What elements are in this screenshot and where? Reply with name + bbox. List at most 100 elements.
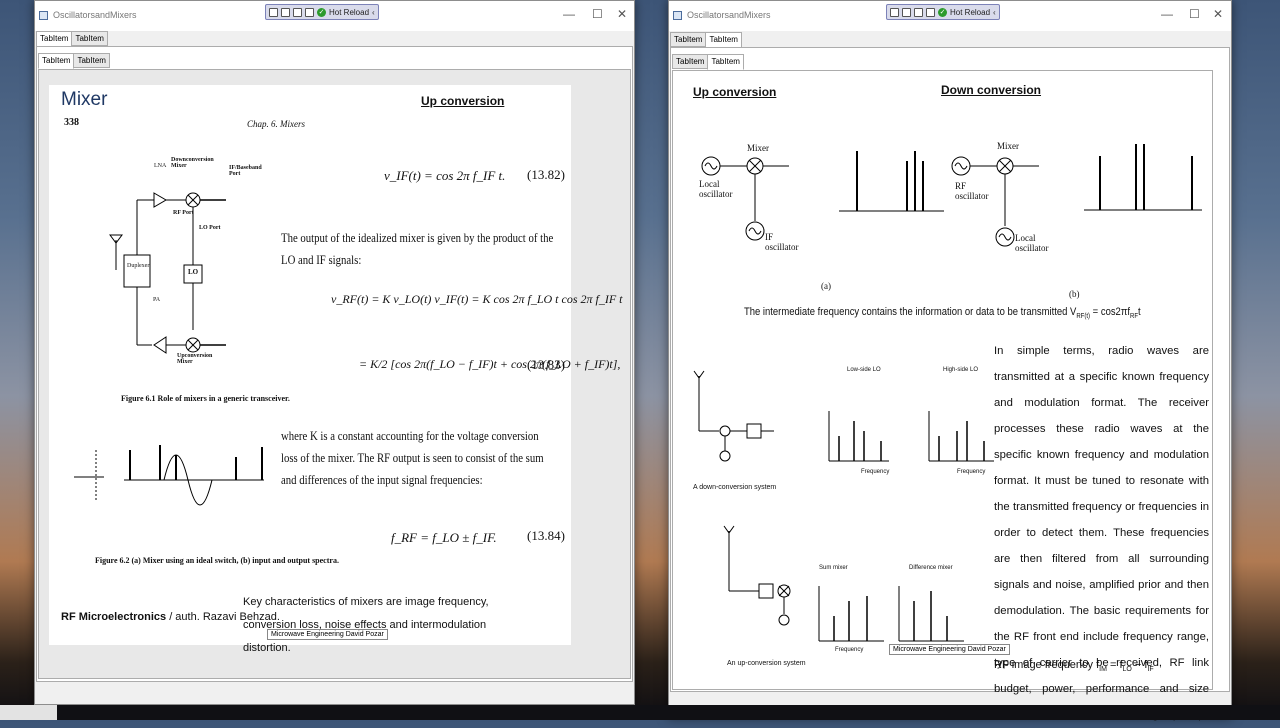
pa-label: PA [153,297,161,303]
source-label: Microwave Engineering David Pozar [889,644,1010,655]
lna-label: LNA [154,163,167,169]
left-window: OscillatorsandMixers — ☐ ✕ ✓ Hot Reload … [34,0,635,705]
lo-subscript: LO [1122,666,1132,674]
if-sentence-text: The intermediate frequency contains the … [744,306,1077,318]
fig-b-label: (b) [1069,289,1080,299]
equation-number: (13.82) [527,167,565,182]
slide-mixer: Mixer Up conversion 338 Chap. 6. Mixers [49,85,623,654]
local-osc-label: Local oscillator [1015,233,1049,253]
down-system-caption: A down-conversion system [693,484,777,491]
conversion-loss-text: where K is a constant accounting for the… [281,429,544,487]
frequency-label: Frequency [861,469,890,475]
page-number: 338 [64,117,79,128]
outer-tab-strip: TabItem TabItem [36,31,108,47]
local-osc-label: Local oscillator [699,179,733,199]
debug-toolbar: ✓ Hot Reload ‹ [886,4,1000,20]
tab-inner-1[interactable]: TabItem [672,54,709,69]
minimize-button[interactable]: — [1161,8,1173,20]
tab-inner-2[interactable]: TabItem [707,54,744,70]
figure-6-1-caption: Figure 6.1 Role of mixers in a generic t… [121,394,290,403]
app-icon [39,11,48,20]
outer-tab-panel: TabItem TabItem Up conversion Down conve… [670,47,1230,721]
fig-a-label: (a) [821,281,831,291]
rf-port-label: RF Port [173,210,194,216]
source-label: Microwave Engineering David Pozar [267,629,388,640]
pointer-icon[interactable] [281,7,290,17]
inner-tab-panel: Up conversion Down conversion Local osci… [672,70,1213,721]
pointer-icon[interactable] [902,7,911,17]
tab-inner-2[interactable]: TabItem [73,53,110,68]
mixer-label: Mixer [747,143,769,153]
inner-tab-strip: TabItem TabItem [38,53,110,69]
up-system-caption: An up-conversion system [727,660,806,667]
frequency-label: Frequency [957,469,986,475]
image-frequency-subscript: IM [1099,666,1107,674]
if-subscript: IF [1147,666,1154,674]
sum-mixer-label: Sum mixer [819,565,848,571]
inner-tab-strip: TabItem TabItem [672,54,744,70]
if-sentence-eq-end: t [1138,306,1141,318]
equation-13-82: v_IF(t) = cos 2π f_IF t. [384,168,506,183]
frequency-label: Frequency [835,647,864,653]
close-button[interactable]: ✕ [617,8,627,20]
equation-13-83: = K/2 [cos 2π(f_LO − f_IF)t + cos 2π(f_L… [359,357,621,371]
switch-spectrum-diagram [74,445,264,506]
tab-outer-1[interactable]: TabItem [670,32,707,47]
down-mixer-label: Downconversion Mixer [171,157,214,169]
layout-adorner-icon[interactable] [914,7,923,17]
figure-6-2-caption: Figure 6.2 (a) Mixer using an ideal swit… [95,556,339,565]
tab-outer-2[interactable]: TabItem [705,32,742,48]
select-element-icon[interactable] [890,7,899,17]
book-title: RF Microelectronics [61,611,167,623]
layout-adorner-icon[interactable] [293,7,302,17]
difference-mixer-label: Difference mixer [909,565,953,571]
slide-heading: Up conversion [421,94,505,108]
select-element-icon[interactable] [269,7,278,17]
collapse-toolbar-button[interactable]: ‹ [993,8,996,17]
if-port-label: IF/Baseband Port [229,165,262,177]
if-sentence: The intermediate frequency contains the … [744,306,1141,320]
inner-tab-panel: Mixer Up conversion 338 Chap. 6. Mixers [38,69,631,679]
hot-reload-label[interactable]: Hot Reload [950,8,990,17]
slide-conversion: Up conversion Down conversion Local osci… [679,71,1209,721]
collapse-toolbar-button[interactable]: ‹ [372,8,375,17]
taskbar [0,705,1280,720]
hot-reload-check-icon: ✓ [938,7,947,17]
tab-outer-1[interactable]: TabItem [36,31,73,47]
debug-toolbar: ✓ Hot Reload ‹ [265,4,379,20]
tab-outer-2[interactable]: TabItem [71,31,108,46]
maximize-button[interactable]: ☐ [1189,8,1200,20]
track-focus-icon[interactable] [926,7,935,17]
window-title: OscillatorsandMixers [687,10,771,20]
maximize-button[interactable]: ☐ [592,8,603,20]
chapter-header: Chap. 6. Mixers [247,119,305,129]
up-spectrum [839,151,944,212]
if-sentence-subscript: RF(t) [1076,313,1091,321]
equation-product: v_RF(t) = K v_LO(t) v_IF(t) = K cos 2π f… [331,292,623,306]
minimize-button[interactable]: — [563,8,575,20]
window-title: OscillatorsandMixers [53,10,137,20]
up-conversion-heading: Up conversion [693,85,777,99]
lo-box-label: LO [188,268,199,276]
mixer-label: Mixer [997,141,1019,151]
image-frequency-label: RF image frequency f [994,659,1100,671]
duplexer-label: Duplexer [127,263,150,269]
close-button[interactable]: ✕ [1213,8,1223,20]
down-spectrum [1084,144,1202,211]
down-conversion-heading: Down conversion [941,83,1042,97]
image-frequency-eq: = f [1106,659,1123,671]
track-focus-icon[interactable] [305,7,314,17]
hot-reload-label[interactable]: Hot Reload [329,8,369,17]
mixer-output-text: The output of the idealized mixer is giv… [281,231,554,267]
lo-port-label: LO Port [199,225,221,231]
low-side-lo-label: Low-side LO [847,367,881,373]
app-icon [673,11,682,20]
high-side-lo-label: High-side LO [943,367,979,373]
equation-number: (13.83) [527,357,565,372]
rf-osc-label: RF oscillator [955,181,989,201]
image-frequency-eq2: − f [1131,659,1148,671]
down-conversion-system-diagram [693,370,994,462]
desktop-strip [0,705,57,720]
slide-title: Mixer [61,89,108,110]
tab-inner-1[interactable]: TabItem [38,53,75,69]
